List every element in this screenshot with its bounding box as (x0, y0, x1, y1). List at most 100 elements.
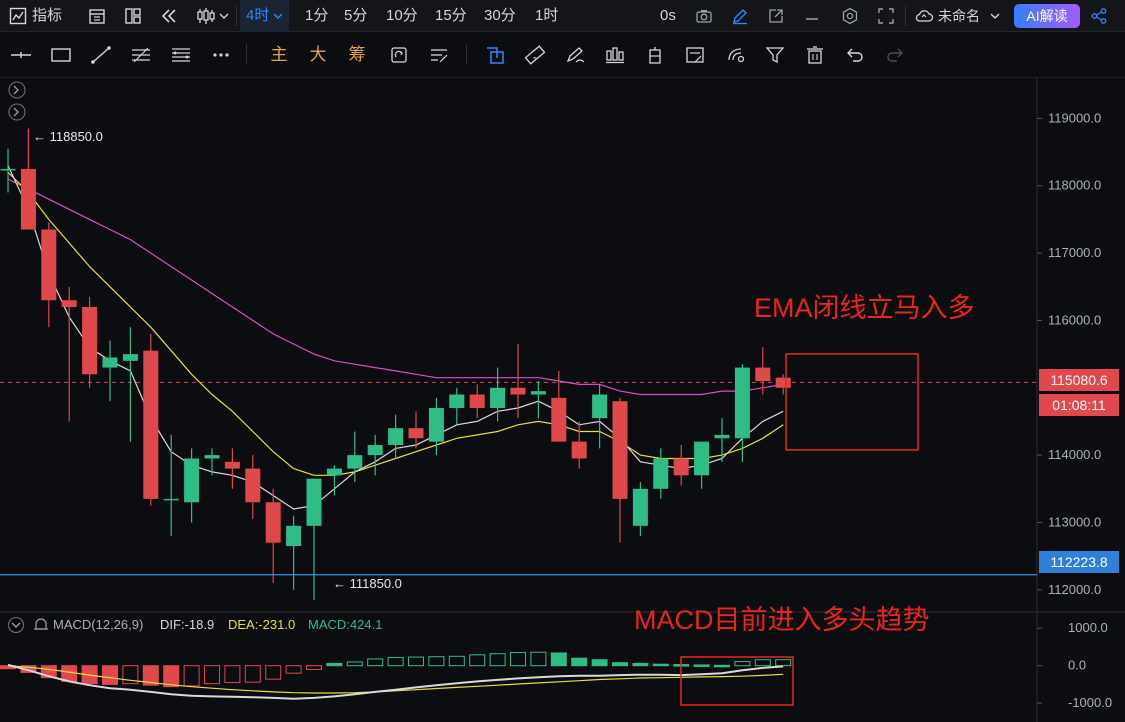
indicators-button[interactable]: 指标 (32, 0, 62, 32)
trash-icon[interactable] (804, 45, 826, 65)
ai-analysis-button[interactable]: AI解读 (1014, 4, 1080, 28)
timeframe-1m[interactable]: 1分 (305, 0, 328, 32)
fullscreen-icon[interactable] (877, 7, 895, 25)
candle-body (347, 455, 363, 469)
parallel-channel-icon[interactable] (130, 45, 152, 65)
toolbar-divider (466, 44, 467, 64)
macd-annotation: MACD目前进入多头趋势 (634, 605, 930, 635)
candle-body (571, 441, 587, 459)
macd-tick-label: -1000.0 (1068, 695, 1112, 710)
minimize-icon[interactable] (803, 7, 821, 25)
candle-body (122, 354, 138, 361)
candle-body (184, 458, 200, 503)
bars-pattern-icon[interactable] (604, 45, 626, 65)
candlestick-type-icon[interactable] (196, 6, 216, 26)
replay-icon[interactable] (160, 7, 178, 25)
position-icon[interactable] (644, 45, 666, 65)
macd-histogram-bar (714, 664, 730, 668)
filter-icon[interactable] (764, 45, 786, 65)
macd-tick-label: 1000.0 (1068, 620, 1108, 635)
countdown-setting[interactable]: 0s (660, 0, 676, 32)
candle-body (41, 229, 57, 301)
top-toolbar: 指标 4时 1分 5分 10分 15分 30分 1时 0s 未命名 AI解读 (0, 0, 1125, 32)
candle-body (612, 401, 628, 499)
candle[interactable] (82, 296, 98, 388)
high-marker: ← 118850.0 (33, 129, 103, 144)
layout-grid-icon[interactable] (124, 7, 142, 25)
brush-icon[interactable] (564, 45, 586, 65)
pencil-icon[interactable] (731, 7, 749, 25)
candle-body (245, 468, 261, 503)
countdown-tag: 01:08:11 (1039, 394, 1119, 416)
timeframe-4h-label: 4时 (246, 7, 270, 24)
candle-body (265, 502, 281, 543)
toolbar-divider (905, 6, 906, 26)
ema-annotation: EMA闭线立马入多 (754, 293, 975, 323)
macd-histogram-bar (612, 662, 628, 667)
candle-body (673, 458, 689, 476)
timeframe-30m[interactable]: 30分 (484, 0, 516, 32)
rectangle-icon[interactable] (50, 45, 72, 65)
current-price-tag: 115080.6 (1039, 369, 1119, 391)
more-icon[interactable] (210, 45, 232, 65)
chevron-down-icon[interactable] (219, 11, 229, 21)
macd-histogram-bar (326, 662, 343, 667)
candle-body (163, 498, 179, 501)
calendar-icon[interactable] (88, 7, 106, 25)
candle-body (408, 428, 424, 439)
big-order-tool[interactable]: 大 (307, 42, 329, 68)
price-tick-label: 118000.0 (1048, 178, 1101, 193)
fibonacci-icon[interactable] (170, 45, 192, 65)
candle-body (306, 478, 322, 526)
timeframe-5m[interactable]: 5分 (344, 0, 367, 32)
cloud-icon[interactable] (914, 8, 934, 24)
price-tick-label: 112000.0 (1048, 582, 1101, 597)
chart-icon[interactable] (9, 7, 27, 25)
low-marker: ← 111850.0 (333, 576, 402, 591)
macd-tick-label: 0.0 (1068, 658, 1086, 673)
sort-lines-icon[interactable] (428, 45, 450, 65)
main-force-tool[interactable]: 主 (268, 42, 290, 68)
magnet-select-icon[interactable] (484, 45, 506, 65)
timeframe-15m[interactable]: 15分 (435, 0, 467, 32)
undo-icon[interactable] (844, 45, 866, 65)
sync-icon[interactable] (388, 45, 410, 65)
settings-icon[interactable] (841, 7, 859, 25)
timeframe-10m[interactable]: 10分 (386, 0, 418, 32)
drawing-toolbar: 主 大 筹 (0, 32, 1125, 78)
candle[interactable] (143, 333, 159, 506)
candle-body (367, 445, 383, 456)
candle-body (632, 488, 648, 526)
candle-body (82, 306, 98, 375)
candle-body (490, 387, 506, 408)
chevron-down-icon[interactable] (990, 11, 1000, 21)
camera-icon[interactable] (695, 7, 713, 25)
candle-body (428, 407, 444, 442)
chip-distribution-tool[interactable]: 筹 (346, 42, 368, 68)
trend-line-icon[interactable] (90, 45, 112, 65)
timeframe-1h[interactable]: 1时 (535, 0, 558, 32)
candle-body (102, 357, 118, 368)
macd-histogram-bar (652, 663, 669, 667)
candle-body (204, 455, 220, 459)
share-icon[interactable] (1090, 7, 1108, 25)
timeframe-4h[interactable]: 4时 (240, 0, 290, 32)
lock-draw-icon[interactable] (724, 45, 746, 65)
note-icon[interactable] (684, 45, 706, 65)
macd-histogram-bar (550, 652, 567, 667)
candle-body (551, 397, 567, 442)
price-tick-label: 119000.0 (1048, 110, 1101, 125)
arrow-left-icon: ← (333, 576, 350, 591)
candle-body (388, 428, 404, 446)
export-icon[interactable] (767, 7, 785, 25)
candle-body (20, 168, 36, 230)
candle-body (143, 350, 159, 499)
level-price-tag: 112223.8 (1039, 551, 1119, 573)
ruler-icon[interactable] (524, 45, 546, 65)
macd-title[interactable]: MACD(12,26,9) (53, 616, 143, 634)
layout-name[interactable]: 未命名 (938, 0, 980, 32)
price-tick-label: 117000.0 (1048, 245, 1101, 260)
candle-body (286, 525, 302, 547)
redo-icon[interactable] (884, 45, 906, 65)
horizontal-line-icon[interactable] (10, 45, 32, 65)
